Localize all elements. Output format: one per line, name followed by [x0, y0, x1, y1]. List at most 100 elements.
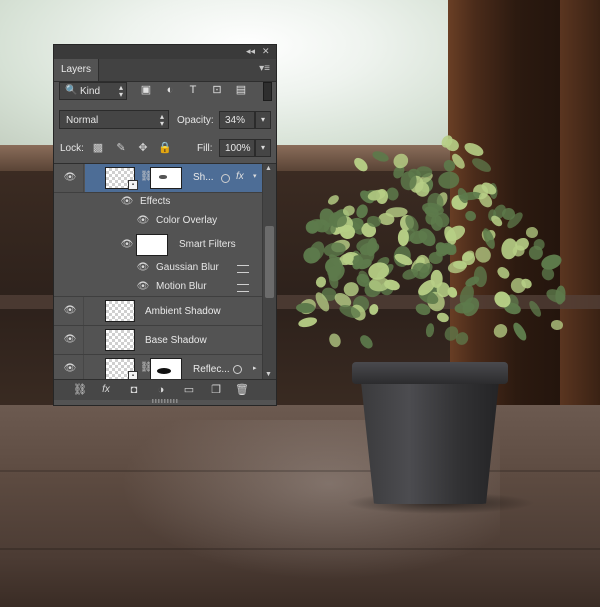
fill-dropdown-button[interactable]: ▾ — [255, 139, 271, 157]
layer-name[interactable]: Sh... — [193, 172, 214, 183]
blend-mode-select[interactable]: Normal ▴ ▾ — [59, 110, 169, 129]
new-adjustment-layer-icon[interactable]: ◑ — [153, 383, 169, 397]
opacity-dropdown-button[interactable]: ▾ — [255, 111, 271, 129]
visibility-column: 👁 — [54, 326, 84, 354]
fill-input[interactable]: 100% — [219, 139, 255, 157]
fx-icon[interactable]: fx — [236, 171, 244, 182]
add-layer-style-fx-icon[interactable]: fx — [98, 383, 114, 397]
mask-shape — [157, 368, 171, 374]
visibility-column: 👁 — [54, 297, 84, 325]
layer-row-reflection[interactable]: 👁 ▪ ⛓ Reflec... ▸ — [54, 355, 262, 379]
layer-name[interactable]: Reflec... — [193, 364, 230, 375]
smart-filter-icon — [233, 365, 242, 374]
filter-bar: 🔍 Kind ▴ ▾ ▣ ◐ T ⊡ ▤ — [54, 81, 276, 109]
expand-triangle-icon[interactable]: ▸ — [253, 364, 257, 372]
layer-thumbnail — [105, 300, 135, 322]
opacity-label: Opacity: — [177, 115, 214, 126]
link-layers-icon[interactable]: ⛓ — [72, 383, 88, 397]
eye-icon[interactable]: 👁 — [63, 173, 77, 183]
search-icon: 🔍 — [65, 85, 78, 96]
trash-icon[interactable]: 🗑 — [234, 383, 250, 397]
eye-icon[interactable]: 👁 — [120, 197, 134, 207]
smart-filters-row[interactable]: 👁 Smart Filters — [54, 231, 262, 259]
filter-toggle-switch[interactable] — [263, 82, 272, 101]
color-overlay-row[interactable]: 👁 Color Overlay — [54, 212, 262, 231]
add-mask-icon[interactable]: ◘ — [126, 383, 142, 397]
eye-icon[interactable]: 👁 — [120, 240, 134, 250]
layer-mask-thumbnail — [150, 167, 182, 189]
new-group-icon[interactable]: ▭ — [181, 383, 197, 397]
scrollbar-thumb[interactable] — [265, 226, 274, 298]
motion-blur-row[interactable]: 👁 Motion Blur — [54, 278, 262, 297]
smart-object-badge-icon: ▪ — [128, 180, 138, 190]
smart-object-filter-icon[interactable]: ▤ — [234, 84, 248, 96]
eye-icon[interactable]: 👁 — [136, 216, 150, 226]
gaussian-blur-row[interactable]: 👁 Gaussian Blur — [54, 259, 262, 278]
layer-name[interactable]: Ambient Shadow — [145, 306, 221, 317]
effects-row: 👁 Effects — [54, 193, 262, 212]
eye-icon[interactable]: 👁 — [63, 306, 77, 316]
filter-kind-select[interactable]: 🔍 Kind ▴ ▾ — [59, 82, 127, 100]
scroll-down-icon[interactable]: ▼ — [265, 371, 272, 378]
eye-icon[interactable]: 👁 — [136, 263, 150, 273]
smart-object-badge-icon: ▪ — [128, 371, 138, 379]
shape-filter-icon[interactable]: ⊡ — [210, 84, 224, 96]
lock-image-pixels-icon[interactable]: ✎ — [114, 141, 128, 155]
lock-all-icon[interactable]: 🔒 — [158, 141, 172, 155]
collapse-icon[interactable]: ◂◂ — [246, 46, 255, 57]
filter-blending-options-icon[interactable] — [237, 284, 249, 292]
panel-tabbar: Layers ▾≡ — [54, 59, 276, 82]
panel-footer: ⛓ fx ◘ ◑ ▭ ❐ 🗑 — [54, 379, 276, 400]
plant-leaf — [428, 251, 443, 264]
panel-menu-icon[interactable]: ▾≡ — [259, 63, 270, 74]
plant-leaf — [550, 319, 564, 331]
plant-leaf — [416, 165, 433, 178]
lock-label: Lock: — [60, 143, 84, 154]
effects-label: Effects — [140, 196, 171, 207]
layer-name[interactable]: Base Shadow — [145, 335, 207, 346]
visibility-column: 👁 — [54, 355, 84, 379]
layer-row-ambient-shadow[interactable]: 👁 Ambient Shadow — [54, 297, 262, 326]
close-icon[interactable]: ✕ — [262, 46, 270, 57]
gaussian-blur-label[interactable]: Gaussian Blur — [156, 262, 219, 273]
lock-position-icon[interactable]: ✥ — [136, 141, 150, 155]
chevron-updown-icon: ▴ ▾ — [118, 83, 123, 99]
layers-scrollbar[interactable]: ▲ ▼ — [262, 164, 276, 379]
type-filter-icon[interactable]: T — [186, 84, 200, 96]
layers-list: 👁 ▪ ⛓ Sh... fx ▾ 👁 Effects 👁 Color Overl… — [54, 164, 262, 379]
lock-bar: Lock: ▩ ✎ ✥ 🔒 Fill: 100% ▾ — [54, 135, 276, 164]
expand-triangle-icon[interactable]: ▾ — [253, 172, 257, 180]
tab-layers[interactable]: Layers — [54, 59, 99, 81]
panel-titlebar: ◂◂ ✕ — [54, 45, 276, 59]
filter-kind-label: Kind — [80, 86, 101, 97]
panel-resize-grip[interactable] — [152, 399, 178, 403]
smart-filter-mask-thumbnail — [136, 234, 168, 256]
eye-icon[interactable]: 👁 — [136, 282, 150, 292]
adjustment-filter-icon[interactable]: ◐ — [163, 84, 177, 96]
plant-pot — [360, 372, 500, 504]
filter-blending-options-icon[interactable] — [237, 265, 249, 273]
smart-filter-icon — [221, 174, 230, 183]
visibility-column: 👁 — [54, 164, 84, 192]
layer-row-shadow[interactable]: 👁 ▪ ⛓ Sh... fx ▾ — [54, 164, 262, 193]
window-frame-post — [560, 0, 600, 420]
plant-pot-rim — [352, 362, 508, 384]
eye-icon[interactable]: 👁 — [63, 364, 77, 374]
layer-row-base-shadow[interactable]: 👁 Base Shadow — [54, 326, 262, 355]
mask-shape — [159, 175, 167, 179]
chevron-updown-icon: ▴ ▾ — [159, 112, 164, 128]
fill-label: Fill: — [197, 143, 213, 154]
table-plank-line — [0, 548, 600, 550]
smart-filters-label: Smart Filters — [179, 239, 236, 250]
blend-bar: Normal ▴ ▾ Opacity: 34% ▾ — [54, 109, 276, 135]
table-plank-line — [0, 470, 600, 472]
motion-blur-label[interactable]: Motion Blur — [156, 281, 207, 292]
blend-mode-label: Normal — [66, 115, 99, 126]
lock-transparent-pixels-icon[interactable]: ▩ — [91, 141, 105, 155]
eye-icon[interactable]: 👁 — [63, 335, 77, 345]
opacity-input[interactable]: 34% — [219, 111, 255, 129]
pixel-layer-filter-icon[interactable]: ▣ — [139, 84, 153, 96]
new-layer-icon[interactable]: ❐ — [208, 383, 224, 397]
scroll-up-icon[interactable]: ▲ — [265, 165, 272, 172]
color-overlay-label[interactable]: Color Overlay — [156, 215, 217, 226]
